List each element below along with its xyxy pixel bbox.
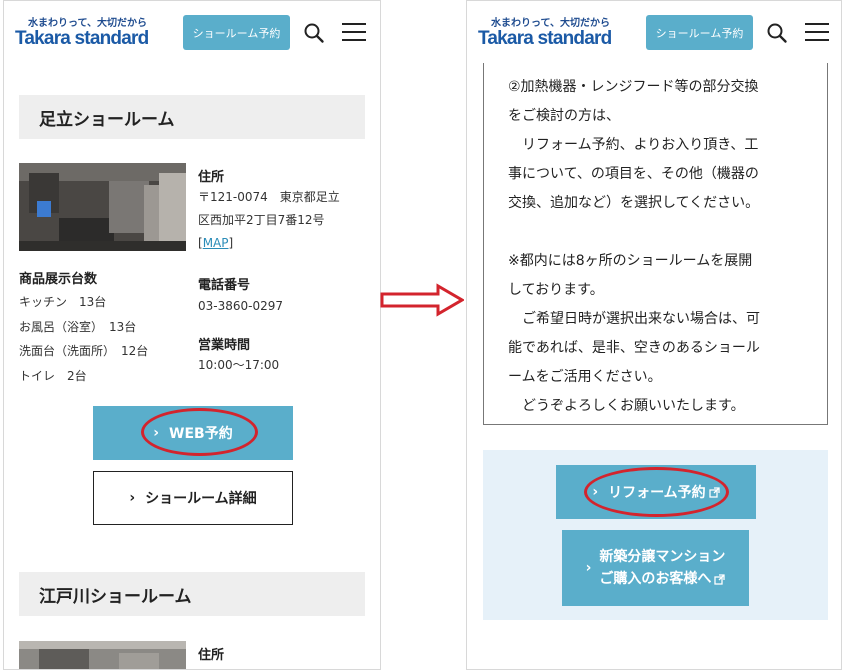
notice-line: 能であれば、是非、空きのあるショール (508, 340, 760, 356)
arrow-right-icon (380, 283, 464, 317)
chevron-right-icon: › (592, 484, 599, 500)
showroom-photo-2 (19, 641, 186, 669)
notice-line: しております。 (508, 282, 604, 298)
search-icon[interactable] (303, 22, 325, 44)
showroom-heading-2: 江戸川ショールーム (19, 572, 365, 616)
chevron-right-icon: › (129, 490, 136, 506)
new-mansion-buyers-button[interactable]: › 新築分譲マンション ご購入のお客様へ (562, 530, 749, 606)
showroom-detail-button[interactable]: › ショールーム詳細 (93, 471, 293, 525)
notice-box: ②加熱機器・レンジフード等の部分交換 をご検討の方は、 リフォーム予約、よりお入… (483, 63, 828, 425)
notice-line: 交換、追加など）を選択してください。 (508, 195, 760, 211)
showroom-reservation-button[interactable]: ショールーム予約 (646, 15, 753, 50)
web-reservation-label: WEB予約 (169, 426, 233, 442)
hamburger-menu-icon[interactable] (342, 23, 368, 43)
map-link[interactable]: MAP (203, 236, 229, 250)
notice-line: ※都内には8ヶ所のショールームを展開 (508, 253, 753, 269)
mansion-label-line-2: ご購入のお客様へ (599, 571, 712, 587)
notice-line: をご検討の方は、 (508, 108, 620, 124)
showroom-photo (19, 163, 186, 251)
stat-bath: お風呂（浴室） 13台 (19, 320, 137, 334)
stat-washbasin: 洗面台（洗面所） 12台 (19, 344, 149, 358)
hours-text: 10:00〜17:00 (198, 358, 280, 372)
takara-logo[interactable]: Takara standard (478, 28, 612, 50)
phone-number[interactable]: 03-3860-0297 (198, 295, 368, 318)
address-text: 〒121-0074 東京都足立 区西加平2丁目7番12号 [MAP] (198, 186, 368, 255)
map-link-wrap: [MAP] (198, 236, 234, 250)
notice-spacer (508, 218, 813, 247)
site-header: 水まわりって、大切だから Takara standard ショールーム予約 (467, 1, 841, 63)
hamburger-menu-icon[interactable] (805, 23, 831, 43)
web-reservation-button[interactable]: › WEB予約 (93, 406, 293, 460)
address-line-1: 〒121-0074 東京都足立 (198, 190, 340, 204)
address-line-2: 区西加平2丁目7番12号 (198, 213, 325, 227)
notice-line: ームをご活用ください。 (508, 369, 662, 385)
stat-kitchen: キッチン 13台 (19, 295, 107, 309)
stat-toilet: トイレ 2台 (19, 369, 87, 383)
notice-line: ご希望日時が選択出来ない場合は、可 (508, 311, 760, 327)
showroom-detail-label: ショールーム詳細 (145, 491, 257, 507)
mansion-label: 新築分譲マンション ご購入のお客様へ (599, 546, 725, 590)
stats-title: 商品展示台数 (19, 272, 98, 287)
logo-tagline: 水まわりって、大切だから (491, 18, 610, 29)
address-label-2: 住所 (198, 648, 225, 663)
hours-label: 営業時間 (198, 338, 251, 353)
address-label: 住所 (198, 170, 225, 185)
notice-line: リフォーム予約、よりお入り頂き、工 (508, 137, 759, 153)
showroom-reservation-button[interactable]: ショールーム予約 (183, 15, 290, 50)
notice-line: ②加熱機器・レンジフード等の部分交換 (508, 79, 759, 95)
reform-reservation-button[interactable]: › リフォーム予約 (556, 465, 756, 519)
showroom-heading: 足立ショールーム (19, 95, 365, 139)
phone-label: 電話番号 (198, 278, 251, 293)
external-link-icon (709, 486, 720, 498)
external-link-icon (714, 573, 726, 585)
notice-line: どうぞよろしくお願いいたします。 (508, 398, 745, 414)
reform-reservation-label: リフォーム予約 (608, 485, 706, 501)
mansion-label-line-1: 新築分譲マンション (599, 549, 726, 565)
cta-area: › リフォーム予約 › 新築分譲マンション ご購入のお客様へ (483, 450, 828, 620)
takara-logo[interactable]: Takara standard (15, 28, 149, 50)
mobile-screen-after: 水まわりって、大切だから Takara standard ショールーム予約 ②加… (466, 0, 842, 670)
logo-tagline: 水まわりって、大切だから (28, 18, 147, 29)
mobile-screen-before: 水まわりって、大切だから Takara standard ショールーム予約 足立… (3, 0, 381, 670)
search-icon[interactable] (766, 22, 788, 44)
site-header: 水まわりって、大切だから Takara standard ショールーム予約 (4, 1, 380, 63)
chevron-right-icon: › (153, 425, 160, 441)
notice-line: 事について、の項目を、その他（機器の (508, 166, 759, 182)
chevron-right-icon: › (585, 560, 592, 576)
